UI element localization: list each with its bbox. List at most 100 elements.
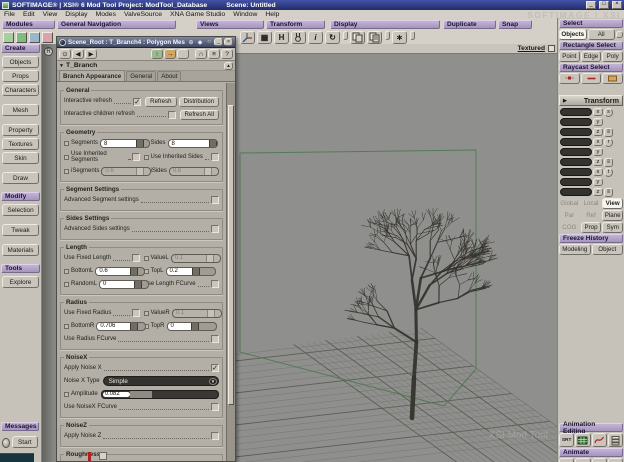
apply-noise-z-checkbox[interactable] [211,432,219,440]
randoml-animation-divot[interactable] [64,282,69,287]
raycast-edge-icon[interactable] [581,73,602,84]
ref-par[interactable]: Par [559,210,580,221]
module-tab-modules[interactable]: Modules [2,20,55,29]
advanced-segment-settings-checkbox[interactable] [211,196,219,204]
module-tab-views[interactable]: Views [196,20,264,29]
randoml-slider[interactable]: 0 [99,280,149,289]
close-icon[interactable]: × [224,38,233,46]
axis-icon[interactable] [240,31,255,44]
sidebar-item-tweak[interactable]: Tweak [2,224,39,236]
cog-prop[interactable]: Prop [581,222,602,233]
use-inherited-segments-animation-divot[interactable] [64,155,69,160]
raycast-poly-icon[interactable] [602,73,623,84]
translate-y-field[interactable] [560,178,592,186]
isegments-animation-divot[interactable] [64,169,69,174]
space-global[interactable]: Global [559,198,580,209]
use-noisex-fcurve-checkbox[interactable] [211,403,219,411]
scale-mode-button[interactable]: s [604,108,613,117]
translate-z-axis-button[interactable]: z [593,188,603,196]
sidebar-item-materials[interactable]: Materials [2,244,39,256]
display-mode-menu[interactable]: Textured [518,45,545,52]
render-region-button[interactable]: R [44,47,53,56]
layout-swatch-2[interactable] [16,32,27,43]
sidebar-item-characters[interactable]: Characters [2,84,39,96]
translate-z-field[interactable] [560,188,592,196]
interactive-children-refresh-checkbox[interactable] [168,111,176,119]
select-options-button[interactable] [616,31,623,38]
sides-slider[interactable]: 8 [168,139,218,148]
use-inherited-segments-checkbox[interactable] [132,153,140,161]
menu-window[interactable]: Window [233,11,257,18]
grid-icon[interactable]: ▦ [257,31,272,44]
lock-toggle-icon[interactable]: ∩ [195,49,207,59]
ref-plane[interactable]: Plane [602,210,623,221]
viewport-canvas[interactable]: XSI Mod Tool [236,54,558,462]
duplicate-multi-icon[interactable] [367,31,382,44]
cog-cog[interactable]: COG [559,222,580,233]
minimize-button[interactable]: _ [586,1,596,9]
tab-branch-appearance[interactable]: Branch Appearance [59,70,125,81]
component-filter-point[interactable]: Point [559,51,580,62]
explorer-icon[interactable]: ⊕ [187,39,195,46]
property-panel-titlebar[interactable]: Scene_Root : T_Branch4 : Polygon Mesh : … [57,37,235,48]
menu-valvesource[interactable]: ValveSource [124,11,162,18]
valuer-slider[interactable]: 0.1 [172,309,222,318]
property-panel[interactable]: Scene_Root : T_Branch4 : Polygon Mesh : … [56,36,236,462]
scroll-up-button[interactable]: ▲ [224,62,233,70]
sidebar-item-textures[interactable]: Textures [2,138,39,150]
rotate-z-axis-button[interactable]: z [593,158,603,166]
animate-tool-button[interactable] [559,458,574,462]
viewport[interactable]: XSI Mod Tool [236,54,558,462]
transform-header[interactable]: ▶Transform [559,95,623,106]
isides-slider[interactable]: 0.6 [169,167,219,176]
animate-tool-button[interactable] [575,458,590,462]
refresh-all-button[interactable]: Refresh All [180,110,219,120]
menu-help[interactable]: Help [265,11,279,18]
duplicate-icon[interactable] [350,31,365,44]
use-fixed-length-checkbox[interactable] [132,254,140,262]
scrollbar-thumb[interactable] [228,105,234,405]
rotate-x-axis-button[interactable]: x [593,138,603,146]
next-icon[interactable]: ▶ [85,49,97,59]
rotate-z-field[interactable] [560,158,592,166]
distribution-button[interactable]: Distribution [179,97,219,107]
menu-view[interactable]: View [43,11,58,18]
window-titlebar[interactable]: SOFTIMAGE® | XSI® 6 Mod Tool Project: Mo… [0,0,624,10]
segments-animation-divot[interactable] [64,141,69,146]
tab-general[interactable]: General [126,71,156,81]
menu-modes[interactable]: Modes [96,11,116,18]
scale-z-field[interactable] [560,128,592,136]
rotate-y-field[interactable] [560,148,592,156]
menu-xna-game-studio[interactable]: XNA Game Studio [170,11,225,18]
freeze-modeling[interactable]: Modeling [559,244,591,255]
help-button[interactable]: ? [221,49,233,59]
translate-x-field[interactable] [560,168,592,176]
netview-icon[interactable] [2,438,10,448]
recycle-forward-icon[interactable]: → [164,49,176,59]
sidebar-item-explore[interactable]: Explore [2,276,39,288]
topr-slider[interactable]: 0 [167,322,217,331]
bottomr-animation-divot[interactable] [64,324,69,329]
collapse-triangle-icon[interactable]: ▼ [59,63,64,69]
duplicate-multi-icon-options[interactable] [385,31,390,40]
layout-swatch-3[interactable] [29,32,40,43]
plug-icon[interactable] [291,31,306,44]
isegments-slider[interactable]: 0.6 [101,167,151,176]
sidebar-item-mesh[interactable]: Mesh [2,104,39,116]
refresh-button[interactable]: Refresh [145,97,176,107]
ref-ref[interactable]: Ref [581,210,602,221]
layers-icon[interactable] [608,433,623,447]
use-inherited-sides-checkbox[interactable] [211,153,219,161]
scale-x-axis-button[interactable]: x [593,108,603,116]
translate-menu-button[interactable]: ≡ [604,188,613,197]
module-tab-display[interactable]: Display [330,20,440,29]
use-length-fcurve-checkbox[interactable] [211,280,219,288]
segments-slider[interactable]: 8 [100,139,150,148]
translate-y-axis-button[interactable]: y [593,178,603,186]
snap-icon-options[interactable] [410,31,415,40]
select-filter-objects[interactable]: Objects [559,29,587,40]
rotate-x-field[interactable] [560,138,592,146]
module-tab-duplicate[interactable]: Duplicate [443,20,496,29]
sidebar-item-skin[interactable]: Skin [2,152,39,164]
select-filter-all[interactable]: All [588,29,616,40]
